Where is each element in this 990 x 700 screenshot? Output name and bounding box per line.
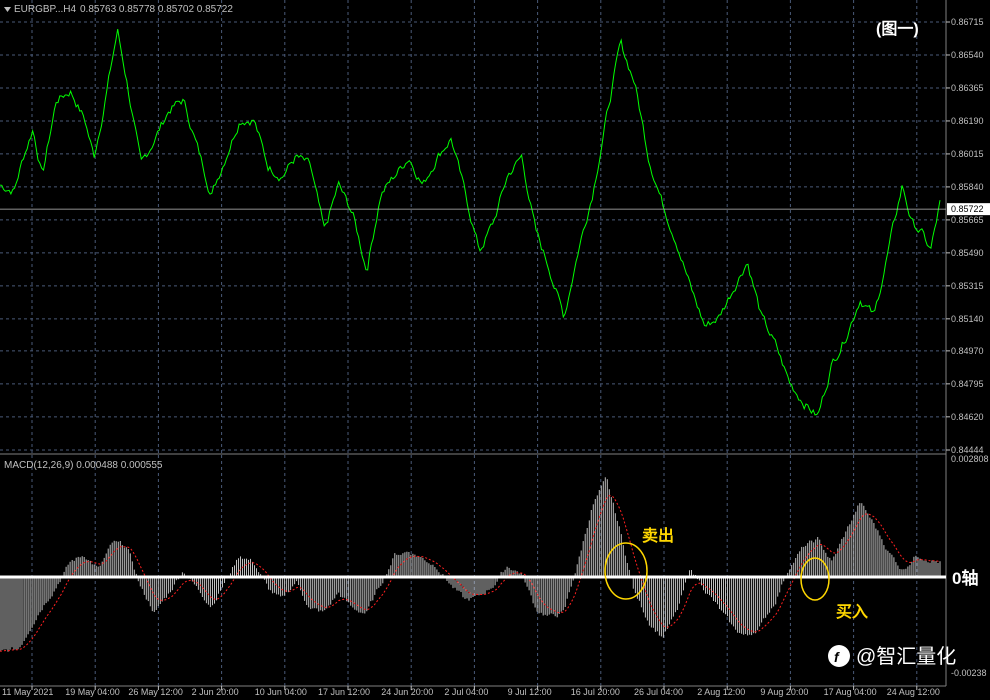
time-tick-label: 19 May 04:00 [65, 687, 120, 697]
buy-label: 买入 [836, 603, 868, 621]
macd-header: MACD(12,26,9) 0.000488 0.000555 [4, 460, 163, 471]
time-axis: 11 May 2021 19 May 04:00 26 May 12:00 2 Jun… [2, 686, 940, 697]
price-tick-label: 0.84970 [951, 346, 984, 356]
price-tick-label: 0.86365 [951, 83, 984, 93]
figure-tag: (图一) [876, 20, 919, 38]
price-tick-label: 0.85840 [951, 182, 984, 192]
price-tick-label: 0.86190 [951, 116, 984, 126]
time-tick-label: 26 Jul 04:00 [634, 687, 683, 697]
watermark-text: @智汇量化 [856, 645, 956, 668]
price-tick-label: 0.86540 [951, 50, 984, 60]
time-tick-label: 17 Aug 04:00 [824, 687, 877, 697]
chart-header: EURGBP...H4 0.85763 0.85778 0.85702 0.85… [4, 4, 233, 15]
time-tick-label: 16 Jul 20:00 [571, 687, 620, 697]
time-tick-label: 10 Jun 04:00 [255, 687, 307, 697]
time-tick-label: 11 May 2021 [2, 687, 53, 697]
price-tick-label: 0.84620 [951, 412, 984, 422]
zero-axis-label: 0轴 [952, 568, 978, 588]
time-tick-label: 9 Aug 20:00 [760, 687, 808, 697]
time-tick-label: 2 Jul 04:00 [444, 687, 488, 697]
price-tick-label: 0.85490 [951, 248, 984, 258]
time-tick-label: 2 Jun 20:00 [192, 687, 239, 697]
macd-tick-label: 0.002808 [951, 454, 989, 464]
mt4-chart[interactable]: 0.86715 0.86540 0.86365 0.86190 0.86015 0.858… [0, 0, 990, 700]
time-tick-label: 26 May 12:00 [128, 687, 183, 697]
symbol-label: EURGBP...H4 [14, 4, 76, 15]
time-tick-label: 9 Jul 12:00 [508, 687, 552, 697]
price-tick-label: 0.86715 [951, 17, 984, 27]
time-tick-label: 24 Jun 20:00 [381, 687, 433, 697]
time-tick-label: 17 Jun 12:00 [318, 687, 370, 697]
macd-tick-label: -0.00238 [951, 668, 987, 678]
price-tick-label: 0.84795 [951, 379, 984, 389]
price-tick-label: 0.85315 [951, 281, 984, 291]
ohlc-values: 0.85763 0.85778 0.85702 0.85722 [80, 4, 233, 15]
time-tick-label: 2 Aug 12:00 [697, 687, 745, 697]
sell-label: 卖出 [642, 526, 674, 545]
logo-f-icon [828, 645, 850, 667]
price-tick-label: 0.85140 [951, 314, 984, 324]
price-tick-label: 0.86015 [951, 149, 984, 159]
price-tick-label: 0.85665 [951, 215, 984, 225]
time-tick-label: 24 Aug 12:00 [887, 687, 940, 697]
current-price-label: 0.85722 [951, 204, 984, 214]
